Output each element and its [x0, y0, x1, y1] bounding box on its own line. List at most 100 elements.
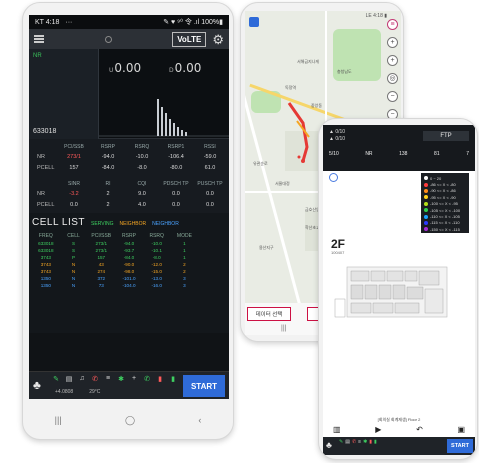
app-logo-icon[interactable]: ♣	[33, 378, 41, 392]
indoor-info: ▲ 0/10 ▲ 0/10	[329, 129, 345, 143]
cell: 0.0	[206, 190, 214, 197]
floor-title: 2F	[331, 237, 346, 251]
graph-side-panel: NR 633018	[29, 49, 99, 139]
recent-apps-button[interactable]: |||	[281, 325, 286, 332]
gps-icon[interactable]: ✎	[339, 439, 343, 445]
legend-label: 0 ~ 20	[430, 175, 442, 181]
indoor-toolbar-icons: ✎ ▤ ✆ ≡ ✱ ▮ ▮	[339, 439, 377, 445]
legend-label: -105 <= X < -100	[430, 207, 461, 213]
gear-icon[interactable]: ⚙	[212, 33, 224, 46]
cell: FREQ	[38, 232, 53, 239]
floor-plan[interactable]	[333, 259, 463, 321]
status-bar: KT 4:18 ··· ✎ ♥ ⁹⁰ 令 .ıl 100%▮	[29, 15, 229, 29]
table-row[interactable]: 633018 S 273/1 -93.7 -10.1 1	[32, 247, 226, 254]
zoom-in-icon[interactable]: +	[387, 37, 398, 48]
layers-icon[interactable]: ◎	[387, 73, 398, 84]
throughput-bars	[99, 99, 229, 137]
cell: S	[72, 248, 76, 253]
cell: MODE	[176, 232, 192, 239]
cell: PCELL	[37, 201, 55, 208]
cell: -106.4	[168, 153, 184, 160]
nr-tag: NR	[33, 53, 42, 59]
record-icon[interactable]: ▮	[369, 439, 372, 445]
rf-table-2-header: SINR RI CQI PDSCH TP PUSCH TP	[31, 179, 227, 188]
list-icon[interactable]: ≡	[103, 375, 113, 383]
cell: CELL	[67, 232, 80, 239]
table-row: NR 273/1 -94.0 -10.0 -106.4 -59.0	[31, 151, 227, 162]
data-select-button[interactable]: 데이터 선택	[247, 307, 291, 321]
bluetooth-icon[interactable]: ✱	[363, 439, 367, 445]
cell: N	[71, 283, 76, 288]
list-icon[interactable]: ≡	[358, 439, 361, 445]
plus-icon[interactable]: +	[129, 375, 139, 383]
record-icon[interactable]: ▮	[155, 375, 165, 383]
table-row[interactable]: 633018 S 273/1 -94.0 -10.0 1	[32, 240, 226, 247]
cell: -10.1	[151, 248, 162, 253]
sync-icon[interactable]	[329, 173, 338, 182]
undo-icon[interactable]: ↶	[416, 425, 423, 434]
map-status: LE 4:18 ▮	[365, 13, 387, 19]
legend-neighbor: NEIGHBOR	[119, 221, 147, 227]
cell: -98.0	[123, 269, 135, 274]
cell: -13.0	[151, 276, 162, 281]
recent-apps-button[interactable]: |||	[55, 415, 62, 425]
lock-icon[interactable]: ▣	[457, 425, 465, 434]
ftp-button[interactable]: FTP	[423, 131, 469, 141]
start-button[interactable]: START	[447, 439, 473, 453]
location-pin-icon[interactable]	[249, 17, 259, 27]
status-signal: ✎ ♥ ⁹⁰ 令 .ıl 100%▮	[163, 19, 223, 26]
legend-label: -110 <= X < -105	[430, 214, 460, 220]
cell: -94.0	[123, 241, 135, 246]
cell: 1	[183, 241, 186, 246]
zoom-in-icon[interactable]: +	[387, 55, 398, 66]
phone-icon[interactable]: ✆	[142, 375, 152, 383]
metric: 81	[434, 151, 440, 157]
save-icon[interactable]: ▤	[345, 439, 350, 445]
cell: 633018	[38, 241, 54, 246]
cell: -15.0	[151, 269, 162, 274]
screenshot-stage: KT 4:18 ··· ✎ ♥ ⁹⁰ 令 .ıl 100%▮ VoLTE ⚙ N…	[0, 0, 479, 463]
menu-icon[interactable]	[34, 35, 44, 43]
pci-value: 633018	[33, 128, 57, 135]
signal-icon[interactable]: ▮	[374, 439, 377, 445]
back-button[interactable]: ‹	[198, 415, 201, 425]
legend-label: -100 <= X < -95	[430, 201, 458, 207]
building-icon[interactable]: ▥	[333, 425, 341, 434]
cell: 1	[183, 248, 186, 253]
start-button[interactable]: START	[183, 375, 225, 397]
home-button[interactable]: ◯	[125, 415, 135, 426]
call-icon[interactable]: ✆	[352, 439, 356, 445]
cell: 372	[97, 276, 106, 281]
app-logo-icon[interactable]: ♣	[326, 440, 332, 450]
cell: 3743	[40, 255, 51, 260]
table-row[interactable]: 3743 N 274 -98.0 -15.0 2	[32, 268, 226, 275]
mic-icon[interactable]: ♫	[77, 375, 87, 383]
play-icon[interactable]: ▶	[375, 425, 381, 434]
target-icon[interactable]	[104, 35, 112, 43]
cell: 273/1	[67, 153, 81, 160]
gps-icon[interactable]: ✎	[51, 375, 61, 383]
cell-list-columns: FREQ CELL PCI/SSB RSRP RSRQ MODE	[32, 231, 226, 240]
cell-list-header: CELL LIST SERVING NEIGHBOR NEIGHBOR	[32, 217, 226, 231]
toolbar-stats: +4.0808 29°C	[55, 389, 100, 395]
rf-table-1: PCI/SSB RSRP RSRQ RSRP1 RSSI NR 273/1 -9…	[29, 139, 229, 213]
table-row[interactable]: 1350 N 372 -101.0 -13.0 3	[32, 275, 226, 282]
cell: PCELL	[37, 164, 55, 171]
bluetooth-icon[interactable]: ✱	[116, 375, 126, 383]
zoom-out-icon[interactable]: −	[387, 91, 398, 102]
map-label: 독정역	[285, 85, 297, 90]
save-icon[interactable]: ▤	[64, 375, 74, 383]
table-row[interactable]: 1350 N 73 -104.0 -16.0 3	[32, 282, 226, 289]
cell: P	[72, 255, 76, 260]
signal-icon[interactable]: ▮	[168, 375, 178, 383]
cell: 2	[183, 269, 186, 274]
table-row[interactable]: 3743 P 157 -84.0 -8.0 1	[32, 254, 226, 261]
table-row[interactable]: 3743 N 43 -90.0 -12.0 2	[32, 261, 226, 268]
cell: NR	[37, 190, 45, 197]
throughput-graph: NR 633018 U0.00 D0.00	[29, 49, 229, 139]
call-icon[interactable]: ✆	[90, 375, 100, 383]
volte-badge[interactable]: VoLTE	[172, 31, 207, 47]
menu-icon[interactable]: ≡	[387, 19, 398, 30]
legend-swatch	[424, 201, 428, 206]
cell: 43	[98, 262, 104, 267]
